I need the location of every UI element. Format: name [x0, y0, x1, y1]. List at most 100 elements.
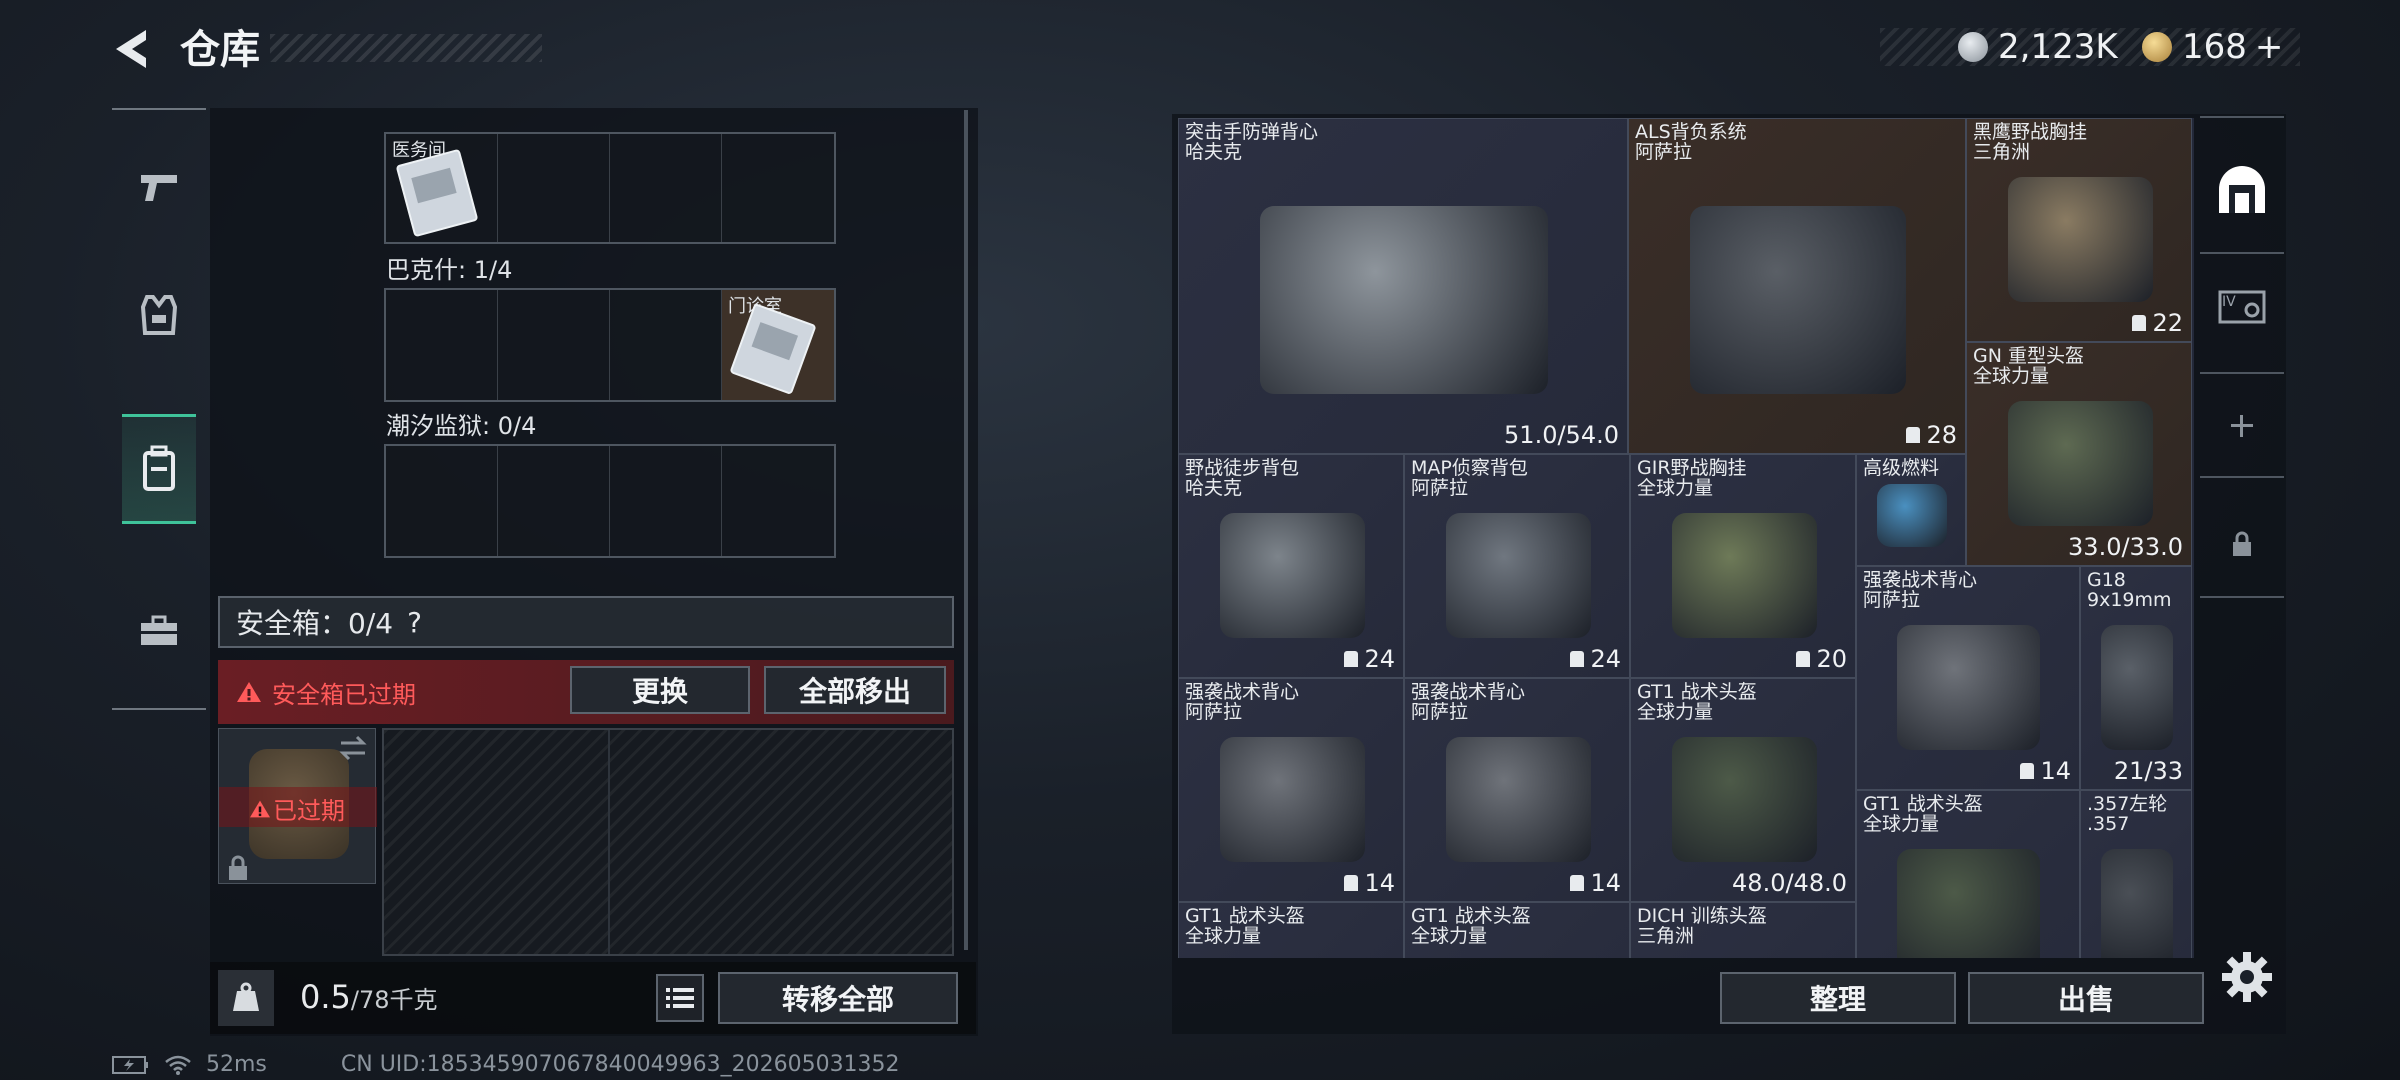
item-name: 黑鹰野战胸挂	[1973, 121, 2088, 143]
inventory-item[interactable]: 野战徒步背包 哈夫克 24	[1178, 454, 1404, 678]
tab-weapons[interactable]	[122, 132, 196, 242]
keycard-icon: IV	[2218, 290, 2266, 324]
grid-slot[interactable]	[610, 134, 722, 242]
inventory-item[interactable]: 黑鹰野战胸挂 三角洲 22	[1966, 118, 2192, 342]
capacity-icon	[2132, 315, 2147, 331]
inventory-item[interactable]: 强袭战术背心 阿萨拉 14	[1856, 566, 2080, 790]
item-faction: 全球力量	[1411, 925, 1488, 947]
inventory-item[interactable]: 突击手防弹背心 哈夫克 51.0/54.0	[1178, 118, 1628, 454]
list-view-button[interactable]	[656, 974, 704, 1022]
item-image	[1877, 484, 1947, 547]
status-row: 52ms CN UID:185345907067840049963_202605…	[112, 1052, 900, 1077]
tab-locked[interactable]	[2200, 494, 2284, 594]
item-faction: 阿萨拉	[1863, 589, 1921, 611]
help-icon[interactable]: ?	[407, 606, 422, 639]
grid-slot[interactable]	[498, 446, 610, 556]
item-faction: .357	[2087, 813, 2130, 835]
item-image	[1446, 513, 1591, 638]
item-image	[1220, 513, 1365, 638]
item-image	[1446, 737, 1591, 862]
item-image	[2101, 849, 2173, 958]
tab-divider	[112, 708, 206, 710]
container-label: 潮汐监狱: 0/4	[386, 412, 537, 440]
item-image	[1672, 513, 1817, 638]
transfer-all-button[interactable]: 转移全部	[718, 972, 958, 1024]
grid-slot[interactable]	[498, 290, 610, 400]
item-value-text: 24	[1590, 645, 1621, 673]
inventory-item[interactable]: GT1 战术头盔 全球力量	[1404, 902, 1630, 958]
item-value: 21/33	[2114, 757, 2183, 785]
currency-gold[interactable]: 168 +	[2142, 27, 2284, 67]
back-button[interactable]	[108, 24, 158, 74]
expired-text: 安全箱已过期	[272, 680, 416, 709]
item-faction: 哈夫克	[1185, 477, 1243, 499]
grid-slot[interactable]	[610, 446, 722, 556]
grid-slot[interactable]	[386, 290, 498, 400]
item-faction: 阿萨拉	[1185, 701, 1243, 723]
item-value: 20	[1796, 645, 1847, 673]
item-name: GT1 战术头盔	[1185, 905, 1305, 927]
inventory-item[interactable]: GN 重型头盔 全球力量 33.0/33.0	[1966, 342, 2192, 566]
inventory-grid: 突击手防弹背心 哈夫克 51.0/54.0 ALS背负系统 阿萨拉 28 黑鹰野战胸挂 三角洲…	[1178, 118, 2194, 958]
swap-icon[interactable]	[337, 735, 369, 761]
stash-scrollbar[interactable]	[964, 110, 968, 950]
move-all-out-button[interactable]: 全部移出	[764, 666, 946, 714]
grid-slot[interactable]	[722, 446, 834, 556]
replace-button[interactable]: 更换	[570, 666, 750, 714]
inventory-item[interactable]: 强袭战术背心 阿萨拉 14	[1404, 678, 1630, 902]
container-grid	[384, 444, 836, 558]
inventory-item[interactable]: .357左轮 .357	[2080, 790, 2192, 958]
inventory-item[interactable]: MAP侦察背包 阿萨拉 24	[1404, 454, 1630, 678]
item-image	[2101, 625, 2173, 750]
tab-divider	[2200, 116, 2284, 118]
tab-keycards[interactable]: IV	[2200, 256, 2284, 356]
tab-backpack[interactable]	[122, 414, 196, 524]
tab-tools[interactable]	[122, 576, 196, 686]
item-value: 14	[1570, 869, 1621, 897]
safe-box-slot[interactable]: 已过期	[218, 728, 377, 884]
grid-slot[interactable]: 门诊室	[722, 290, 834, 400]
grid-slot[interactable]	[386, 446, 498, 556]
grid-slot[interactable]	[610, 290, 722, 400]
item-faction: 哈夫克	[1185, 141, 1243, 163]
keycard-item[interactable]	[395, 148, 479, 238]
item-image	[1260, 206, 1548, 394]
kg-icon	[218, 970, 274, 1026]
capacity-icon	[1796, 651, 1811, 667]
container-label: 巴克什: 1/4	[386, 256, 513, 284]
inventory-item[interactable]: GIR野战胸挂 全球力量 20	[1630, 454, 1856, 678]
item-faction: 全球力量	[1973, 365, 2050, 387]
inventory-item[interactable]: 强袭战术背心 阿萨拉 14	[1178, 678, 1404, 902]
grid-slot[interactable]	[498, 134, 610, 242]
item-value-text: 20	[1816, 645, 1847, 673]
item-name: GN 重型头盔	[1973, 345, 2084, 367]
sort-button[interactable]: 整理	[1720, 972, 1956, 1024]
grid-slot[interactable]	[722, 134, 834, 242]
tab-armor[interactable]	[122, 260, 196, 370]
gear-icon[interactable]	[2220, 950, 2274, 1004]
inventory-item[interactable]: 高级燃料	[1856, 454, 1966, 566]
inventory-item[interactable]: GT1 战术头盔 全球力量	[1178, 902, 1404, 958]
tab-add[interactable]	[2200, 376, 2284, 476]
tab-divider	[2200, 476, 2284, 478]
currency-silver[interactable]: 2,123K	[1958, 27, 2118, 67]
inventory-item[interactable]: GT1 战术头盔 全球力量	[1856, 790, 2080, 958]
inventory-item[interactable]: ALS背负系统 阿萨拉 28	[1628, 118, 1966, 454]
item-faction: 阿萨拉	[1411, 701, 1469, 723]
item-name: GT1 战术头盔	[1637, 681, 1757, 703]
item-name: GT1 战术头盔	[1863, 793, 1983, 815]
item-value-text: 48.0/48.0	[1732, 869, 1847, 897]
sell-button[interactable]: 出售	[1968, 972, 2204, 1024]
add-currency-button[interactable]: +	[2255, 27, 2284, 67]
capacity-icon	[1344, 875, 1359, 891]
item-name: 突击手防弹背心	[1185, 121, 1319, 143]
item-name: DICH 训练头盔	[1637, 905, 1767, 927]
inventory-item[interactable]: DICH 训练头盔 三角洲	[1630, 902, 1856, 958]
item-value-text: 28	[1926, 421, 1957, 449]
svg-text:IV: IV	[2222, 294, 2236, 310]
inventory-item[interactable]: GT1 战术头盔 全球力量 48.0/48.0	[1630, 678, 1856, 902]
tab-vault[interactable]	[2200, 140, 2284, 240]
grid-slot[interactable]: 医务间	[386, 134, 498, 242]
inventory-item[interactable]: G18 9x19mm 21/33	[2080, 566, 2192, 790]
item-faction: 全球力量	[1863, 813, 1940, 835]
